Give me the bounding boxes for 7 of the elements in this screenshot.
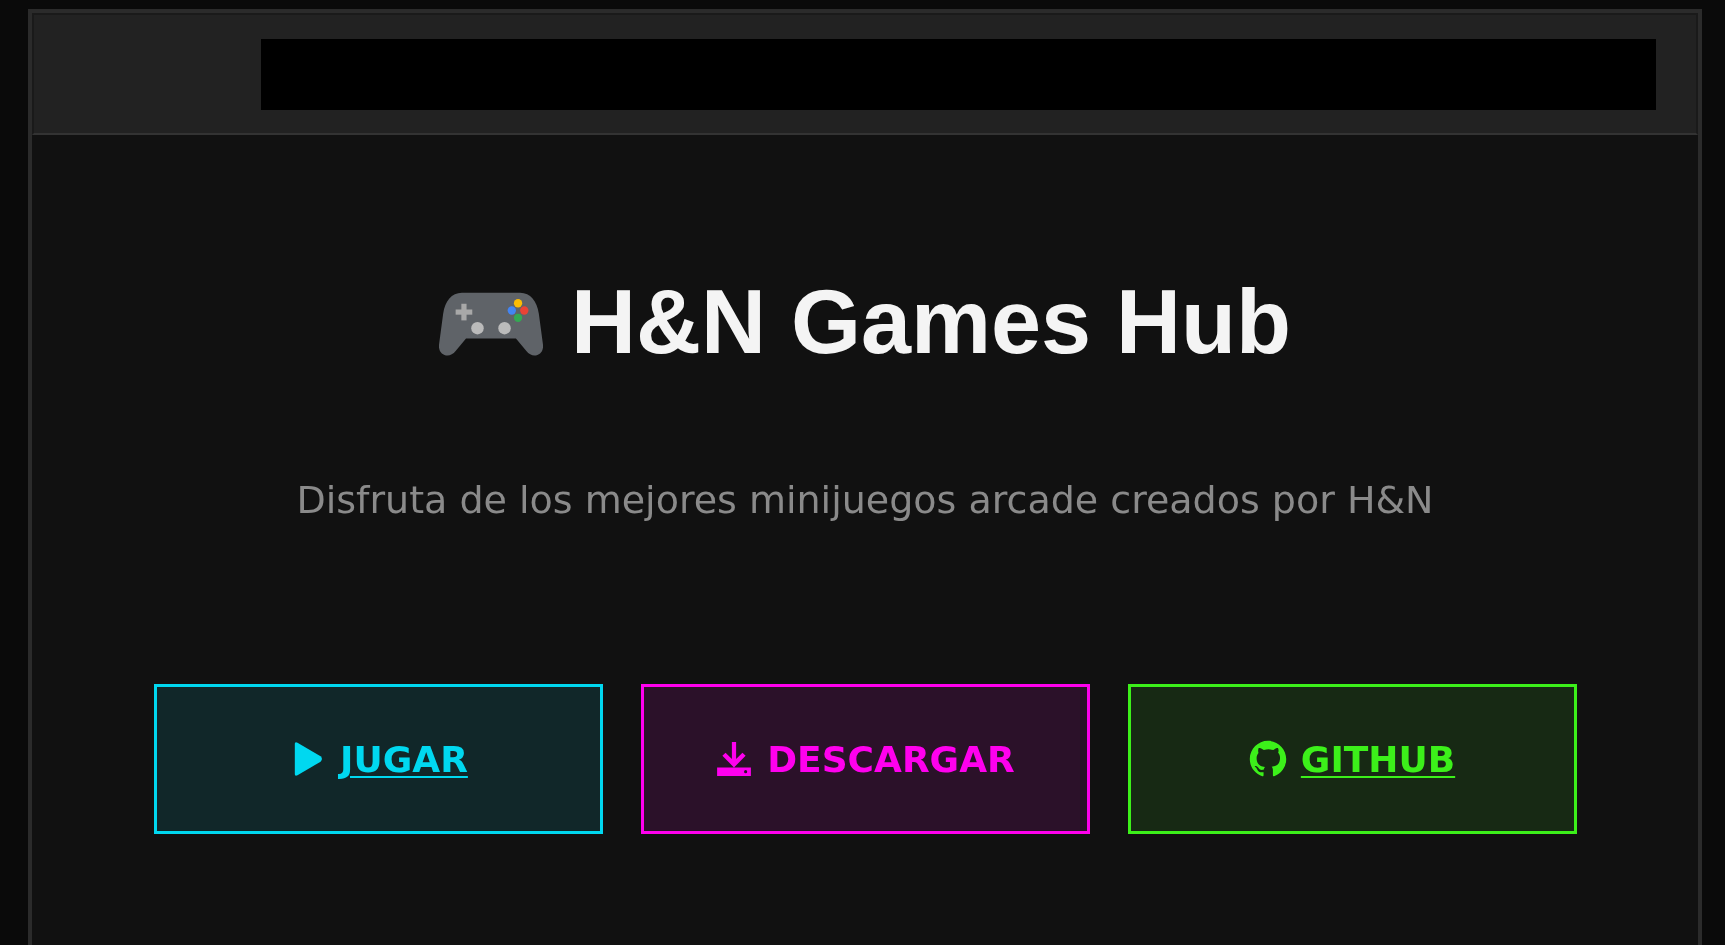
page-title: H&N Games Hub xyxy=(570,271,1292,374)
play-button[interactable]: JUGAR xyxy=(153,684,603,834)
subtitle: Disfruta de los mejores minijuegos arcade creados por H&N xyxy=(296,478,1434,522)
github-icon xyxy=(1248,740,1287,778)
download-icon xyxy=(715,740,754,778)
download-button[interactable]: DESCARGAR xyxy=(640,684,1090,834)
github-button[interactable]: GITHUB xyxy=(1127,684,1577,834)
